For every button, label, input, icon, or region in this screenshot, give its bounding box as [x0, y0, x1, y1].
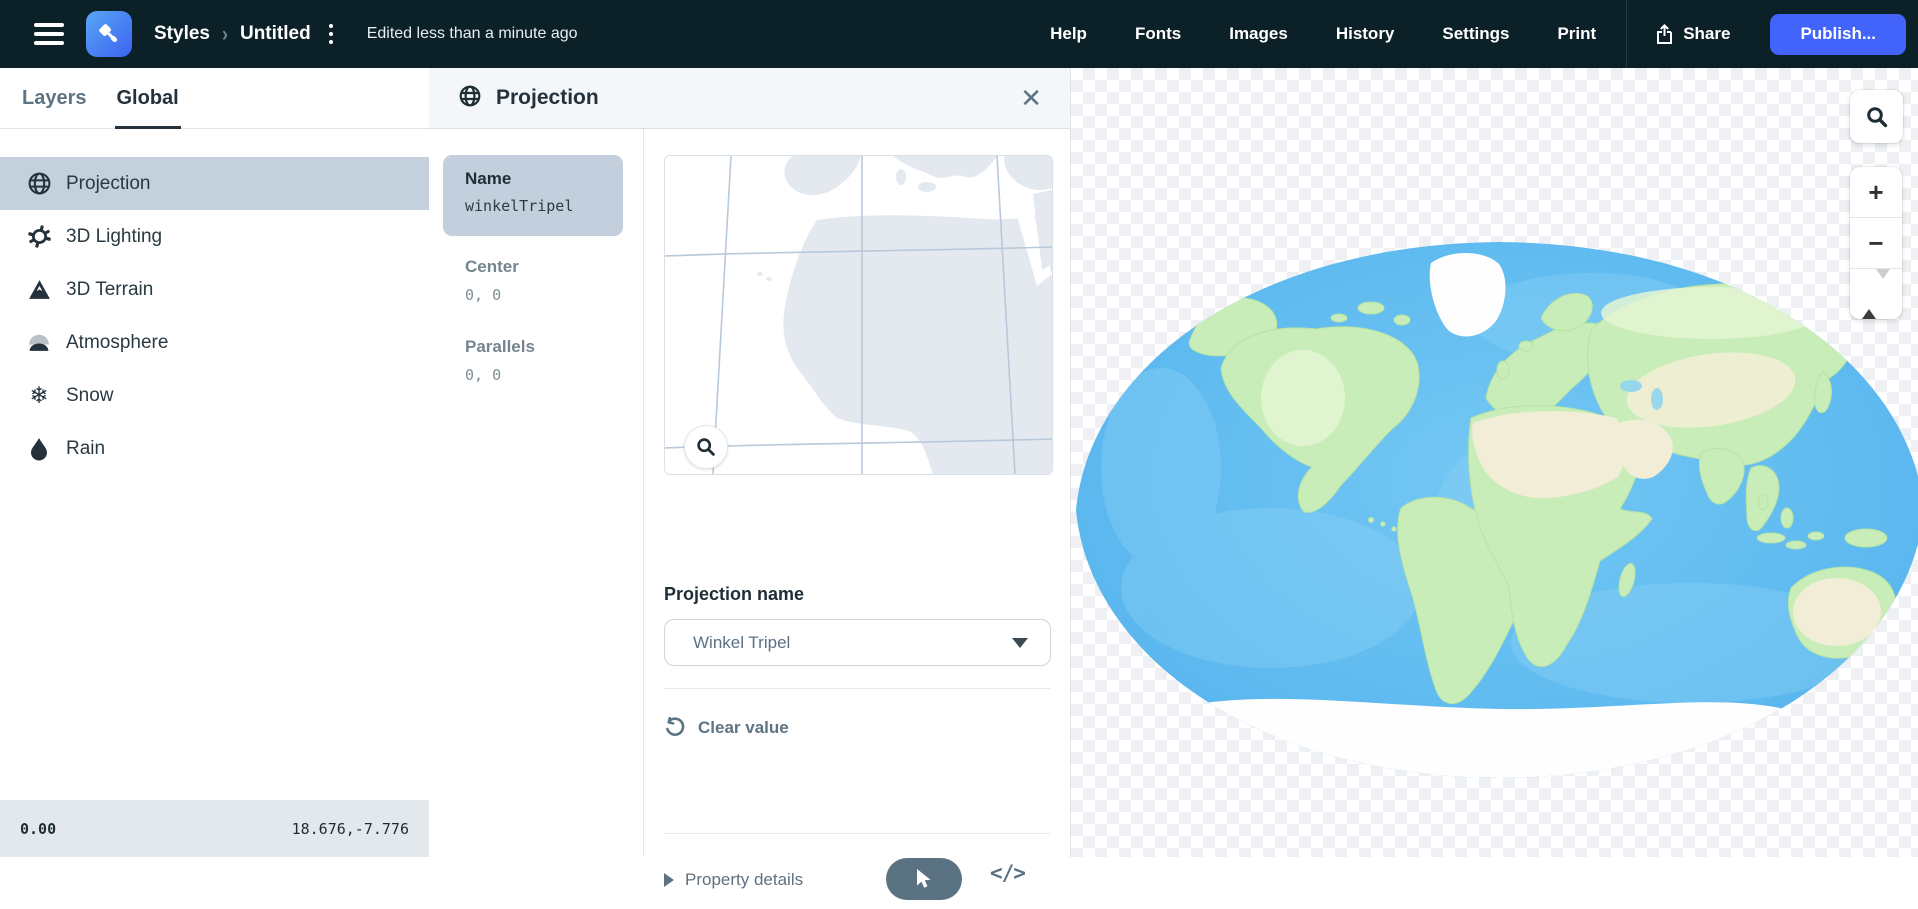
cursor-icon: [916, 869, 930, 888]
sidebar-item-3d-terrain[interactable]: 3D Terrain: [0, 263, 429, 316]
nav-images[interactable]: Images: [1205, 24, 1312, 44]
breadcrumb: Styles › Untitled: [154, 20, 339, 48]
preview-map-graphic: [665, 156, 1052, 474]
style-menu-kebab-icon[interactable]: [323, 20, 339, 48]
pointer-mode-button[interactable]: [886, 858, 962, 900]
close-icon[interactable]: ✕: [1014, 83, 1048, 113]
tab-global[interactable]: Global: [114, 68, 181, 129]
sidebar-item-3d-lighting[interactable]: 3D Lighting: [0, 210, 429, 263]
undo-icon: [666, 717, 685, 736]
property-details-toggle[interactable]: Property details: [664, 870, 803, 890]
property-name[interactable]: Name winkelTripel: [443, 155, 623, 236]
tab-layers[interactable]: Layers: [20, 68, 89, 128]
panel-title: Projection: [496, 86, 599, 109]
property-label: Parallels: [465, 337, 535, 356]
share-label: Share: [1683, 24, 1731, 43]
bearing-pitch-button[interactable]: [1850, 268, 1902, 319]
sidebar-item-rain[interactable]: Rain: [0, 422, 429, 475]
chevron-down-icon: [1012, 637, 1028, 648]
search-icon: [1866, 106, 1887, 127]
mountain-icon: [26, 277, 52, 303]
publish-button[interactable]: Publish...: [1770, 13, 1906, 55]
nav-print[interactable]: Print: [1533, 24, 1620, 44]
projection-name-dropdown[interactable]: Winkel Tripel: [664, 619, 1051, 666]
mapbox-studio-logo[interactable]: [86, 11, 132, 57]
property-value: 0, 0: [465, 286, 502, 304]
world-map-winkel-tripel: [1076, 242, 1918, 778]
nav-help[interactable]: Help: [1026, 24, 1111, 44]
sidebar-item-label: 3D Lighting: [66, 225, 163, 247]
magnifier-icon: [697, 438, 715, 456]
top-bar: Styles › Untitled Edited less than a min…: [0, 0, 1918, 68]
sidebar-tabs: Layers Global: [0, 68, 429, 129]
projection-panel: Projection ✕ Name winkelTripel Center 0,…: [429, 68, 1071, 900]
triangle-down-icon: [1876, 268, 1890, 309]
field-label: Projection name: [664, 584, 805, 604]
property-label: Center: [465, 257, 519, 276]
left-sidebar: Layers Global Projection 3D Lighting 3D …: [0, 68, 430, 857]
clear-value-button[interactable]: Clear value: [664, 717, 789, 738]
raindrop-icon: [26, 436, 52, 462]
map-zoom-controls: + −: [1850, 167, 1902, 319]
sidebar-item-projection[interactable]: Projection: [0, 157, 429, 210]
preview-zoom-button[interactable]: [684, 425, 728, 469]
share-icon: [1657, 23, 1673, 44]
panel-header: Projection ✕: [429, 68, 1070, 129]
zoom-out-button[interactable]: −: [1850, 218, 1902, 268]
globe-icon: [26, 171, 52, 197]
sidebar-item-snow[interactable]: ❄ Snow: [0, 369, 429, 422]
menu-icon[interactable]: [34, 23, 64, 45]
code-view-button[interactable]: </>: [984, 860, 1031, 886]
chevron-right-icon: ›: [221, 21, 228, 46]
sidebar-item-atmosphere[interactable]: Atmosphere: [0, 316, 429, 369]
paintbrush-icon: [99, 24, 118, 43]
map-search-button[interactable]: [1850, 90, 1903, 143]
share-button[interactable]: Share: [1633, 23, 1752, 45]
globe-icon: [458, 84, 482, 113]
snowflake-icon: ❄: [29, 382, 49, 408]
property-center[interactable]: Center 0, 0: [443, 257, 623, 304]
triangle-right-icon: [664, 873, 674, 887]
edited-status: Edited less than a minute ago: [366, 25, 578, 42]
clear-value-label: Clear value: [698, 717, 789, 737]
nav-settings[interactable]: Settings: [1418, 24, 1533, 44]
atmosphere-dome-icon: [26, 330, 52, 356]
nav-history[interactable]: History: [1312, 24, 1419, 44]
property-list: Name winkelTripel Center 0, 0 Parallels …: [429, 129, 643, 857]
breadcrumb-style-name: Untitled: [239, 23, 311, 44]
nav-fonts[interactable]: Fonts: [1111, 24, 1205, 44]
sidebar-item-label: Projection: [66, 172, 151, 194]
sidebar-item-label: 3D Terrain: [66, 278, 154, 300]
projection-preview-map[interactable]: [664, 155, 1053, 475]
code-icon: </>: [990, 861, 1026, 885]
coordinates-readout: 18.676,-7.776: [291, 819, 409, 838]
property-parallels[interactable]: Parallels 0, 0: [443, 337, 623, 384]
map-statusbar: 0.00 18.676,-7.776: [0, 800, 429, 857]
property-details-label: Property details: [685, 870, 804, 889]
property-value: winkelTripel: [465, 197, 574, 215]
zoom-level-readout: 0.00: [20, 819, 57, 838]
triangle-up-icon: [1862, 278, 1876, 319]
sidebar-item-label: Snow: [66, 384, 114, 406]
divider: [664, 833, 1050, 834]
sidebar-item-label: Atmosphere: [66, 331, 169, 353]
property-label: Name: [465, 169, 512, 188]
lighting-gear-icon: [26, 224, 52, 250]
property-value: 0, 0: [465, 366, 502, 384]
property-editor: Projection name Winkel Tripel Clear valu…: [644, 129, 1070, 900]
topbar-divider: [1626, 0, 1628, 68]
dropdown-value: Winkel Tripel: [693, 632, 791, 652]
map-canvas[interactable]: + −: [1071, 68, 1918, 857]
panel-footer: Property details </>: [664, 851, 1050, 909]
zoom-in-button[interactable]: +: [1850, 167, 1902, 217]
topbar-nav: Help Fonts Images History Settings Print…: [1026, 0, 1918, 68]
breadcrumb-styles[interactable]: Styles: [154, 23, 210, 45]
sidebar-item-label: Rain: [66, 437, 106, 459]
divider: [664, 688, 1050, 689]
